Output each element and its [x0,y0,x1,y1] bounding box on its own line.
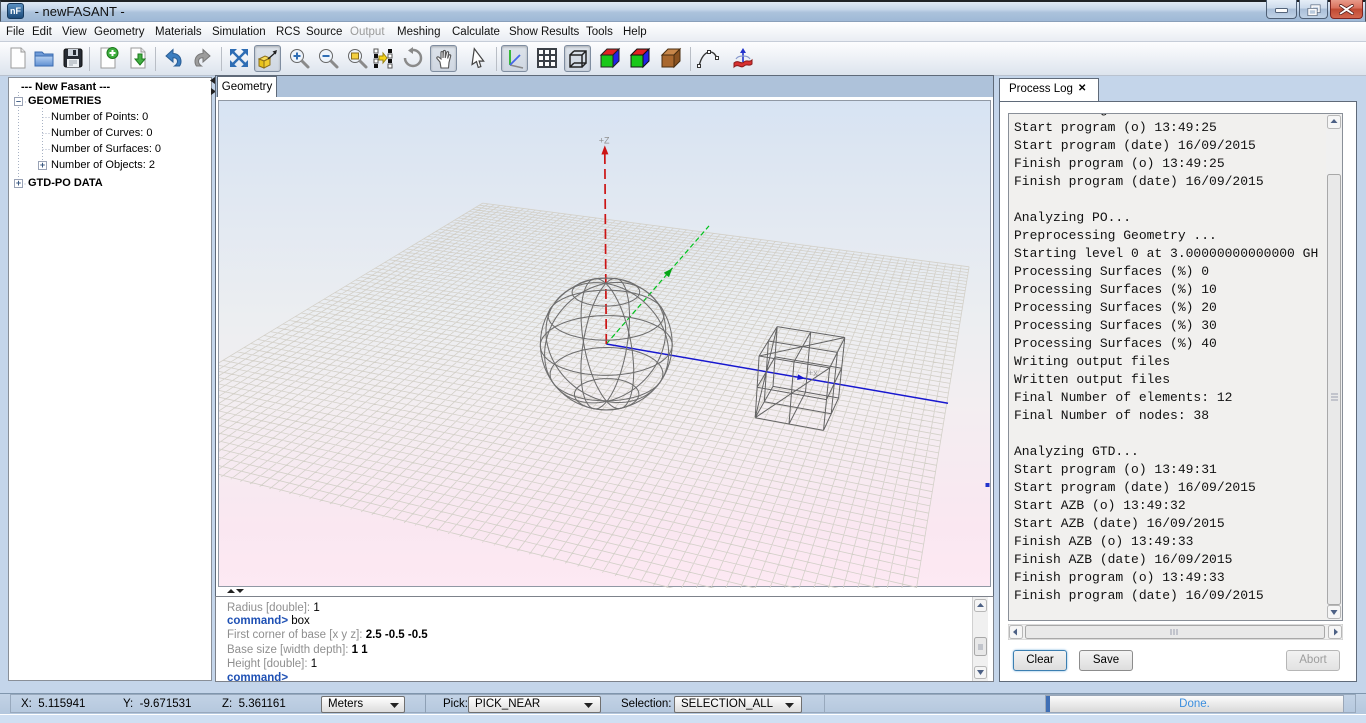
svg-text:+Z: +Z [599,135,610,145]
